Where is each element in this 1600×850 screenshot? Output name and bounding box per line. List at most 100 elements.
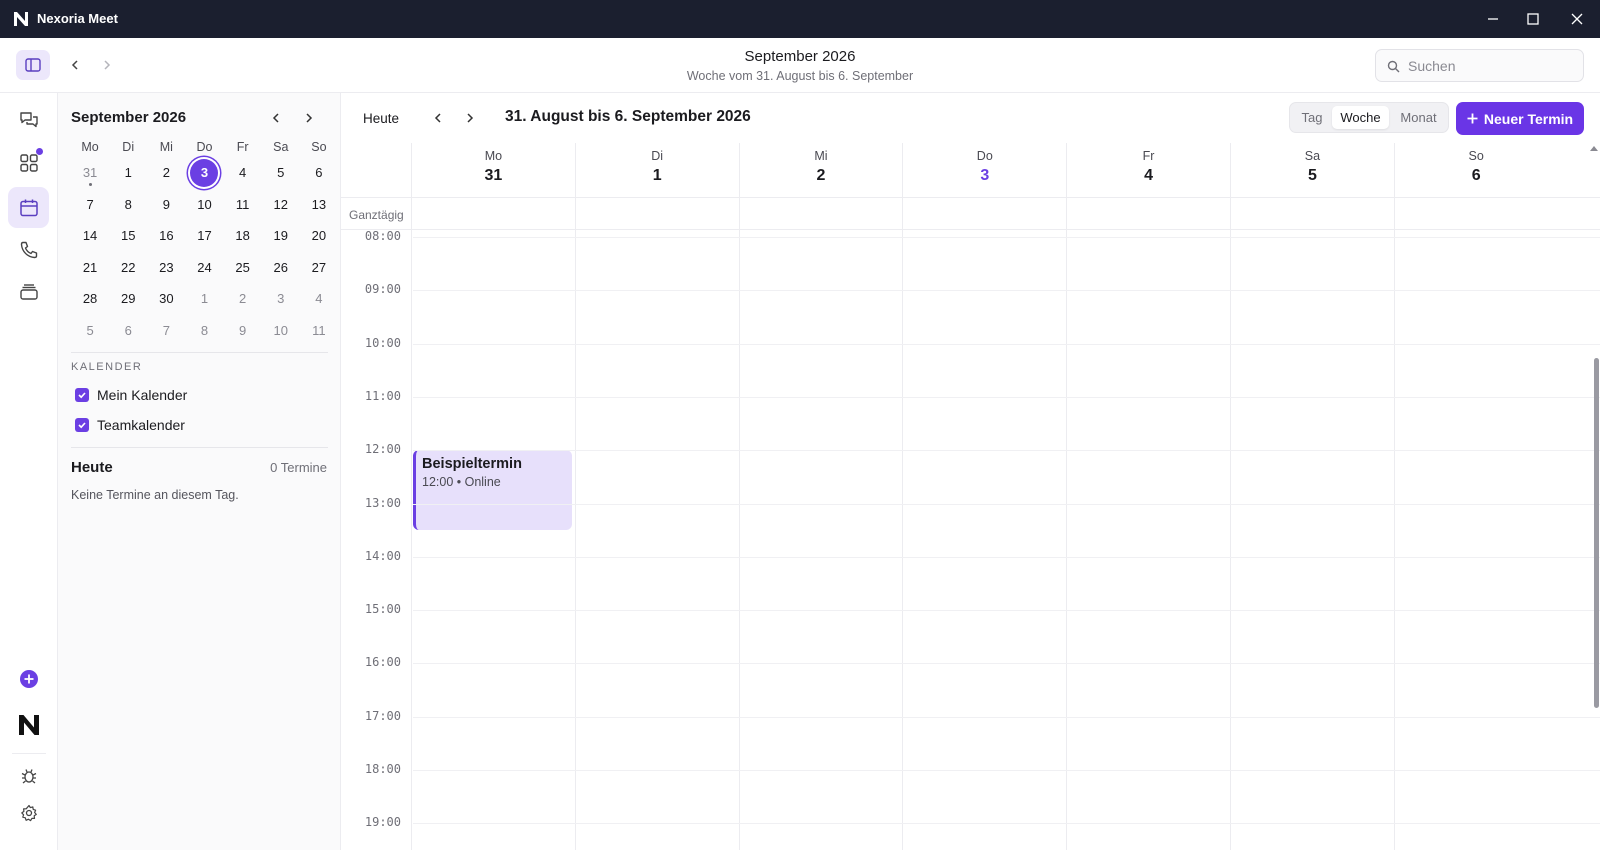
all-day-cell[interactable] [1230,198,1394,230]
checkbox[interactable] [75,418,89,432]
mini-calendar-day[interactable]: 4 [300,283,338,315]
view-week-button[interactable]: Woche [1332,106,1389,129]
calendar-toggle-mein-kalender[interactable]: Mein Kalender [75,385,187,405]
sidebar-toggle-button[interactable] [16,50,50,80]
day-header-fr[interactable]: Fr 4 [1066,143,1230,198]
nav-calendar-button[interactable] [8,187,49,228]
mini-calendar-prev-button[interactable] [266,108,286,128]
mini-calendar-day[interactable]: 27 [300,252,338,284]
mini-calendar-day[interactable]: 30 [147,283,185,315]
mini-calendar-day[interactable]: 21 [71,252,109,284]
day-header-di[interactable]: Di 1 [574,143,739,198]
mini-calendar-day[interactable]: 20 [300,220,338,252]
mini-calendar-day[interactable]: 6 [300,157,338,189]
app-title: Nexoria Meet [37,11,118,26]
mini-calendar-day[interactable]: 2 [147,157,185,189]
day-header-so[interactable]: So 6 [1393,143,1558,198]
mini-calendar-day[interactable]: 2 [224,283,262,315]
search-box[interactable] [1375,49,1584,82]
mini-calendar-day[interactable]: 13 [300,189,338,221]
hour-line [413,237,1600,238]
search-input[interactable] [1408,56,1578,76]
mini-calendar-day[interactable]: 1 [109,157,147,189]
mini-calendar-day[interactable]: 9 [147,189,185,221]
event-card[interactable]: Beispieltermin 12:00 • Online [413,450,572,531]
mini-calendar-day[interactable]: 10 [185,189,223,221]
nav-chat-button[interactable] [8,99,49,140]
nav-archive-button[interactable] [8,271,49,312]
day-number: 23 [159,259,174,275]
nav-apps-button[interactable] [8,142,49,183]
mini-calendar-day[interactable]: 12 [262,189,300,221]
mini-calendar-day[interactable]: 26 [262,252,300,284]
view-day-button[interactable]: Tag [1293,106,1331,129]
mini-calendar-day[interactable]: 16 [147,220,185,252]
header-prev-button[interactable] [65,53,85,77]
mini-calendar-next-button[interactable] [299,108,319,128]
mini-calendar-day[interactable]: 19 [262,220,300,252]
weekday-label: Mi [159,140,173,154]
day-header-mo[interactable]: Mo 31 [411,143,575,198]
mini-calendar-day[interactable]: 8 [185,315,223,347]
day-number: 3 [277,291,285,307]
mini-calendar-day[interactable]: 28 [71,283,109,315]
mini-calendar-day[interactable]: 31 [71,157,109,189]
scrollbar-thumb[interactable] [1594,358,1599,708]
mini-calendar-day[interactable]: 25 [224,252,262,284]
mini-calendar-day[interactable]: 5 [71,315,109,347]
mini-calendar-day-today[interactable]: 3 [185,157,223,189]
settings-button[interactable] [8,792,49,833]
all-day-cell[interactable] [738,198,903,230]
scroll-up-arrow-icon[interactable] [1590,145,1598,151]
mini-calendar-day[interactable]: 22 [109,252,147,284]
mini-calendar-day[interactable]: 11 [300,315,338,347]
mini-calendar-day[interactable]: 18 [224,220,262,252]
add-button[interactable] [8,658,49,699]
new-event-button[interactable]: Neuer Termin [1456,102,1584,135]
mini-calendar-day[interactable]: 7 [71,189,109,221]
day-column-divider [1066,230,1068,850]
mini-calendar-day[interactable]: 10 [262,315,300,347]
all-day-cell[interactable] [1393,198,1558,230]
all-day-cell[interactable] [411,198,575,230]
maximize-button[interactable] [1510,0,1556,38]
today-button[interactable]: Heute [356,104,406,132]
nav-calls-button[interactable] [8,229,49,270]
checkbox[interactable] [75,388,89,402]
mini-calendar-day[interactable]: 17 [185,220,223,252]
calendar-toggle-teamkalender[interactable]: Teamkalender [75,415,185,435]
mini-calendar-day[interactable]: 6 [109,315,147,347]
mini-calendar-day[interactable]: 9 [224,315,262,347]
all-day-cell[interactable] [1066,198,1230,230]
day-number: 29 [120,291,136,307]
all-day-cell[interactable] [574,198,739,230]
minimize-icon [1488,18,1498,20]
all-day-cell[interactable] [902,198,1066,230]
header-next-button[interactable] [97,53,117,77]
time-grid[interactable]: Beispieltermin 12:00 • Online 08:00 09:00… [341,230,1600,850]
day-header-mi[interactable]: Mi 2 [738,143,903,198]
day-header-do[interactable]: Do 3 [902,143,1066,198]
day-number: 5 [1307,167,1317,184]
mini-calendar-day[interactable]: 11 [224,189,262,221]
mini-calendar-day[interactable]: 3 [262,283,300,315]
day-header-sa[interactable]: Sa 5 [1230,143,1394,198]
debug-button[interactable] [8,755,49,796]
mini-calendar-day[interactable]: 8 [109,189,147,221]
day-number: 31 [484,167,503,184]
mini-calendar-day[interactable]: 4 [224,157,262,189]
view-month-button[interactable]: Monat [1391,106,1446,129]
mini-calendar-day[interactable]: 5 [262,157,300,189]
mini-calendar-day[interactable]: 23 [147,252,185,284]
day-number: 4 [1144,167,1154,184]
mini-calendar-day[interactable]: 15 [109,220,147,252]
mini-calendar-day[interactable]: 1 [185,283,223,315]
close-button[interactable] [1554,0,1600,38]
week-prev-button[interactable] [428,106,448,130]
mini-calendar-day[interactable]: 14 [71,220,109,252]
mini-calendar-day[interactable]: 24 [185,252,223,284]
mini-calendar-day[interactable]: 7 [147,315,185,347]
week-next-button[interactable] [460,106,480,130]
hour-label: 17:00 [364,708,401,723]
mini-calendar-day[interactable]: 29 [109,283,147,315]
